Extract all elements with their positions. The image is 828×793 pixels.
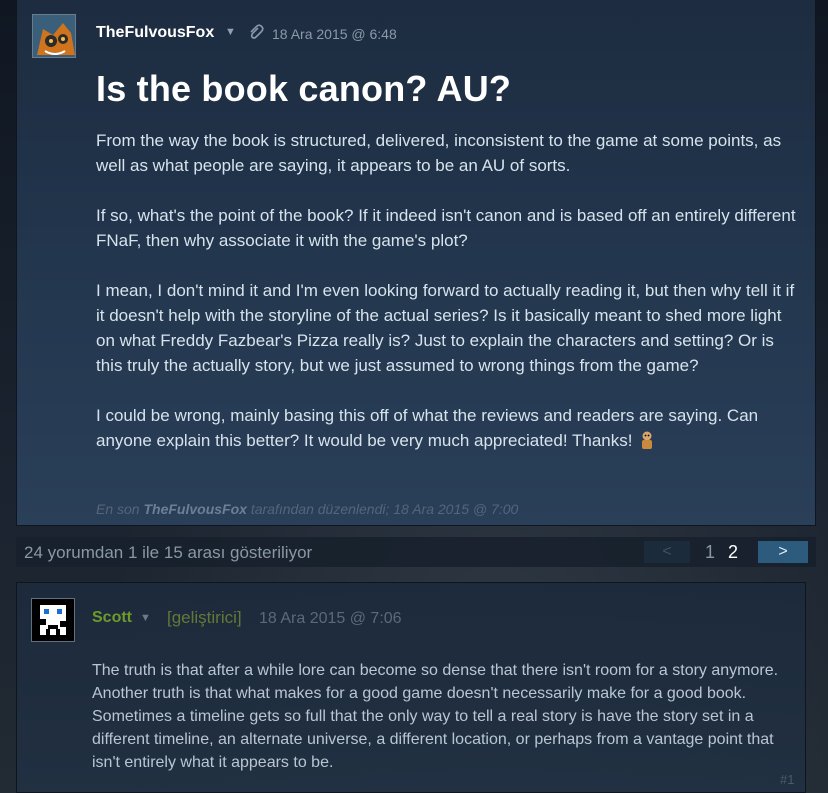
- commenter-avatar[interactable]: [31, 598, 75, 642]
- post-paragraph-text: I could be wrong, mainly basing this off…: [96, 406, 759, 450]
- edited-note: En son TheFulvousFox tarafından düzenlen…: [96, 501, 518, 517]
- comment-date: 18 Ara 2015 @ 7:06: [259, 610, 402, 627]
- page-link-2-current: 2: [728, 542, 739, 562]
- edited-prefix: En son: [96, 501, 140, 517]
- pagination-bar: 24 yorumdan 1 ile 15 arası gösteriliyor …: [16, 537, 816, 567]
- post-paragraph: I could be wrong, mainly basing this off…: [96, 403, 796, 457]
- comment-number[interactable]: #1: [780, 772, 794, 787]
- post-body: From the way the book is structured, del…: [96, 128, 796, 482]
- comment-text: The truth is that after a while lore can…: [92, 662, 779, 771]
- page-link-1[interactable]: 1: [705, 542, 715, 563]
- edited-author[interactable]: TheFulvousFox: [143, 501, 246, 517]
- post-paragraph: I mean, I don't mind it and I'm even loo…: [96, 281, 795, 375]
- post-paragraph: From the way the book is structured, del…: [96, 131, 782, 175]
- caret-down-icon[interactable]: ▼: [225, 26, 236, 38]
- author-avatar[interactable]: [32, 14, 76, 58]
- post-title: Is the book canon? AU?: [96, 68, 512, 109]
- pagination-summary: 24 yorumdan 1 ile 15 arası gösteriliyor: [24, 543, 313, 562]
- post-author-name[interactable]: TheFulvousFox: [96, 24, 214, 42]
- post-date: 18 Ara 2015 @ 6:48: [272, 26, 397, 42]
- next-page-button[interactable]: >: [758, 541, 808, 563]
- developer-badge: [geliştirici]: [167, 608, 242, 627]
- edited-suffix: tarafından düzenlendi; 18 Ara 2015 @ 7:0…: [250, 501, 519, 517]
- paperclip-icon: [248, 23, 266, 46]
- commenter-name[interactable]: Scott: [92, 609, 132, 627]
- emoji-icon: [637, 430, 657, 457]
- post-paragraph: If so, what's the point of the book? If …: [96, 206, 796, 250]
- caret-down-icon[interactable]: ▼: [140, 612, 151, 624]
- previous-page-button[interactable]: <: [644, 541, 690, 563]
